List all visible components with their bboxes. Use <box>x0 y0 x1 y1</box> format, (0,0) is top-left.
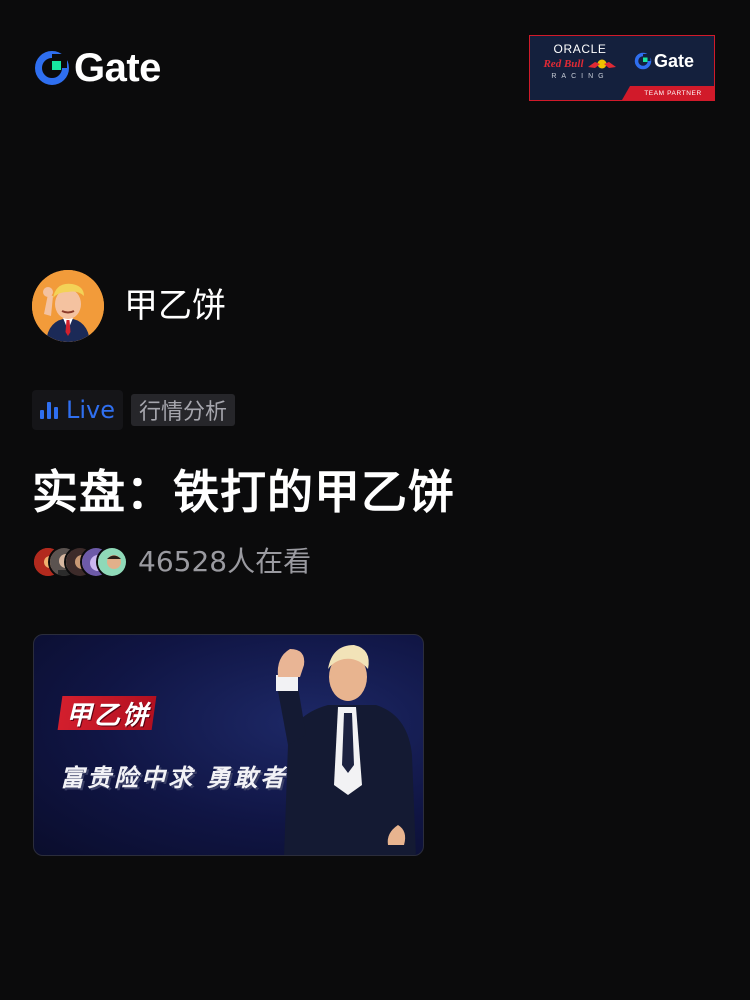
gate-logo-icon <box>634 52 652 70</box>
gate-logo-text: Gate <box>74 46 161 90</box>
racing-text: RACING <box>551 73 609 80</box>
oracle-text: ORACLE <box>553 42 607 56</box>
cartoon-portrait-avatar-icon <box>32 270 104 342</box>
oracle-redbull-logo: ORACLE Red Bull RACING <box>538 43 622 81</box>
viewer-avatars <box>32 546 128 578</box>
viewer-avatar <box>96 546 128 578</box>
live-label: Live <box>66 396 116 424</box>
stream-cover-image[interactable]: 甲乙饼 富贵险中求 勇敢者游戏 <box>33 634 424 856</box>
gate-logo: Gate <box>34 48 161 88</box>
redbull-text: Red Bull <box>543 58 584 70</box>
redbull-bulls-icon <box>587 59 616 69</box>
stream-tags: Live 行情分析 <box>32 390 236 430</box>
cover-name-text: 甲乙饼 <box>65 700 150 731</box>
stream-title: 实盘：铁打的甲乙饼 <box>32 465 455 519</box>
team-partner-badge: ORACLE Red Bull RACING Gate TEAM PARTNER <box>529 35 715 101</box>
live-bars-icon <box>40 401 58 419</box>
gate-logo-icon <box>35 51 69 85</box>
streamer-name[interactable]: 甲乙饼 <box>124 286 226 326</box>
category-tag[interactable]: 行情分析 <box>131 394 236 426</box>
viewer-info: 46528人在看 <box>32 546 311 578</box>
team-partner-bar: TEAM PARTNER <box>622 86 714 100</box>
avatar[interactable] <box>32 270 104 342</box>
partner-gate-logo: Gate <box>634 51 694 71</box>
streamer-info[interactable]: 甲乙饼 <box>32 270 226 342</box>
live-stream-share-page: Gate ORACLE Red Bull RACING Gate TEAM PA… <box>0 0 750 1000</box>
partner-gate-text: Gate <box>654 51 695 71</box>
viewer-count: 46528人在看 <box>138 545 312 578</box>
team-partner-text: TEAM PARTNER <box>644 89 702 97</box>
raised-fist-figure-icon <box>276 645 416 855</box>
live-badge: Live <box>32 390 124 430</box>
